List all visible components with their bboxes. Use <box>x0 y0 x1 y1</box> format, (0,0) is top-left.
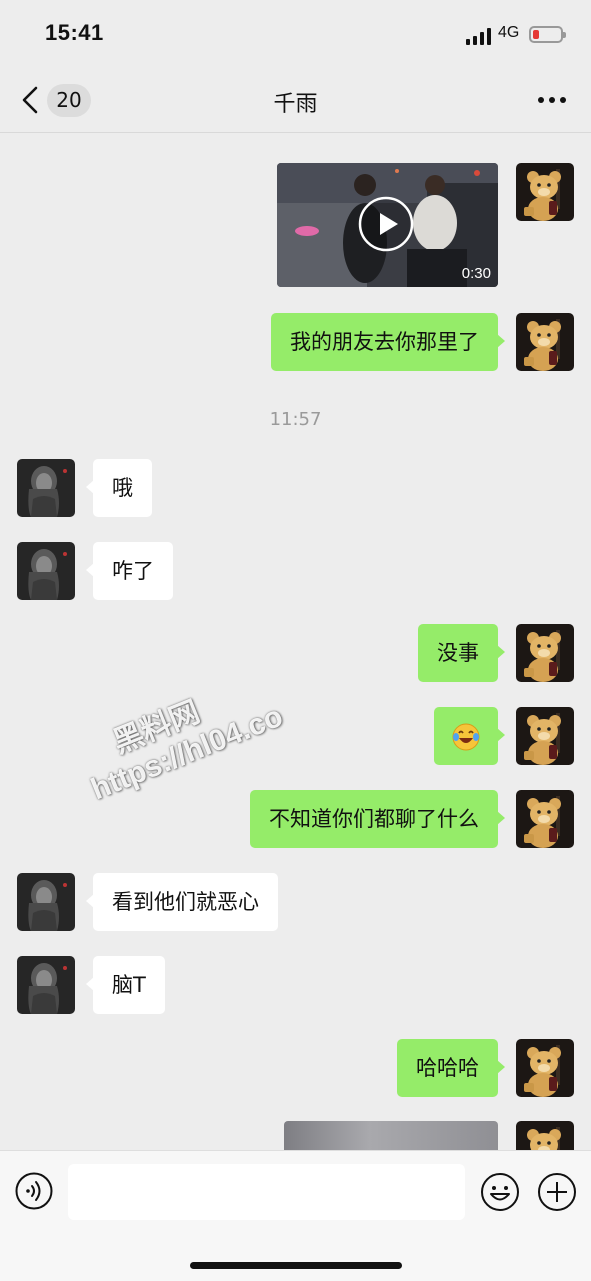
my-avatar[interactable] <box>516 313 574 371</box>
chat-header: 20 千雨 <box>0 70 591 133</box>
my-avatar[interactable] <box>516 790 574 848</box>
battery-icon <box>529 26 566 43</box>
contact-avatar[interactable] <box>17 459 75 517</box>
received-message[interactable]: 哦 <box>86 459 152 517</box>
chat-title: 千雨 <box>273 92 318 117</box>
sent-message[interactable]: 没事 <box>418 624 505 682</box>
message-input[interactable] <box>68 1164 465 1220</box>
message-list[interactable]: 0:30 我的朋友去你那里了 11:57 哦 咋了 没事 不知道你们都聊了什么 … <box>0 133 591 1150</box>
home-indicator <box>190 1262 402 1269</box>
sent-emoji-message[interactable] <box>434 707 505 765</box>
status-time: 15:41 <box>45 20 104 45</box>
my-avatar[interactable] <box>516 624 574 682</box>
play-icon[interactable] <box>358 196 414 252</box>
my-avatar[interactable] <box>516 1121 574 1150</box>
more-dots-icon[interactable] <box>535 90 569 110</box>
voice-icon[interactable] <box>15 1172 53 1210</box>
received-message[interactable]: 咋了 <box>86 542 173 600</box>
sent-message[interactable]: 不知道你们都聊了什么 <box>250 790 505 848</box>
status-bar: 15:41 4G <box>0 0 591 70</box>
plus-icon[interactable] <box>537 1172 577 1212</box>
received-message[interactable]: 看到他们就恶心 <box>86 873 278 931</box>
sent-message[interactable]: 我的朋友去你那里了 <box>271 313 505 371</box>
input-bar <box>0 1150 591 1281</box>
received-message[interactable]: 脑T <box>86 956 165 1014</box>
signal-icon <box>466 27 494 45</box>
emoji-icon[interactable] <box>480 1172 520 1212</box>
laughing-crying-emoji-icon <box>452 723 480 751</box>
contact-avatar[interactable] <box>17 956 75 1014</box>
image-message-partial[interactable] <box>284 1121 498 1150</box>
video-duration: 0:30 <box>461 265 491 282</box>
network-type: 4G <box>498 24 520 41</box>
my-avatar[interactable] <box>516 707 574 765</box>
contact-avatar[interactable] <box>17 542 75 600</box>
my-avatar[interactable] <box>516 1039 574 1097</box>
sent-message[interactable]: 哈哈哈 <box>397 1039 505 1097</box>
contact-avatar[interactable] <box>17 873 75 931</box>
message-timestamp: 11:57 <box>269 409 322 430</box>
my-avatar[interactable] <box>516 163 574 221</box>
video-message[interactable]: 0:30 <box>277 163 498 287</box>
